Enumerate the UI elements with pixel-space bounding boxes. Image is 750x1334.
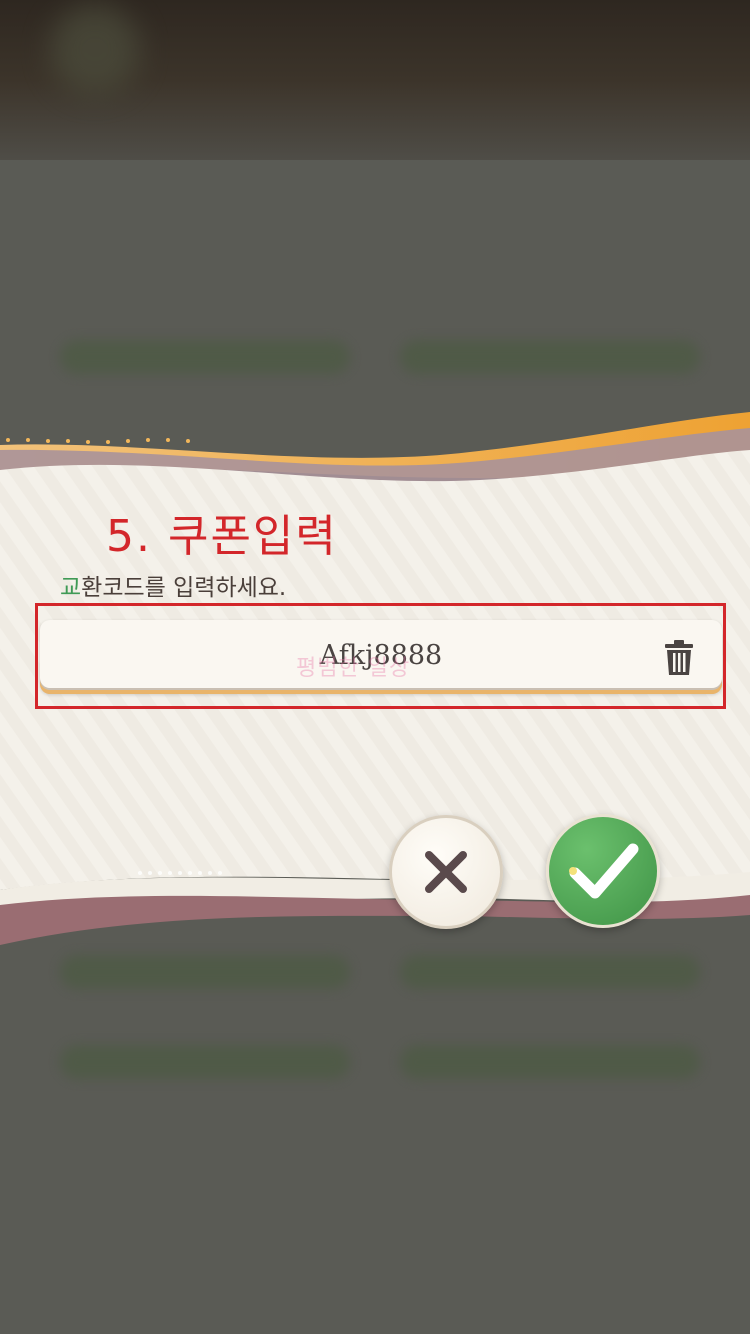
close-icon (425, 851, 467, 893)
annotation-step-title: 5. 쿠폰입력 (106, 511, 338, 562)
confirm-button[interactable] (546, 814, 660, 928)
prompt-text: 환코드를 입력하세요. (81, 575, 287, 601)
annotation-highlight-box (35, 603, 726, 709)
checkmark-icon (569, 843, 639, 899)
cancel-button[interactable] (389, 815, 503, 929)
code-prompt-label: 교환코드를 입력하세요. (60, 568, 286, 602)
prompt-first-char: 교 (60, 575, 82, 601)
sparkle-decoration (6, 438, 190, 444)
